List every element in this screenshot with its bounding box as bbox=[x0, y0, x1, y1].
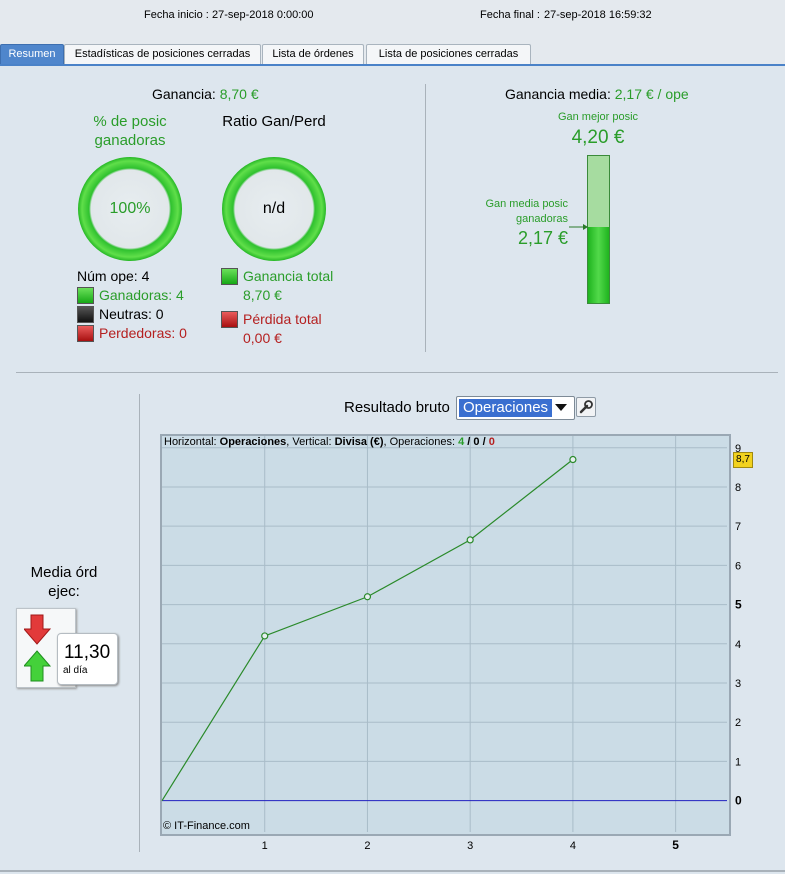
y-tick-label: 0 bbox=[735, 794, 742, 808]
y-tick-label: 1 bbox=[735, 756, 741, 768]
y-tick-label: 7 bbox=[735, 521, 741, 533]
y-tick-label: 8 bbox=[735, 482, 741, 494]
chart-info-sep-1: / bbox=[464, 436, 474, 448]
chart-info-h-label: Horizontal: bbox=[164, 436, 220, 448]
chart-info-h-value: Operaciones bbox=[219, 436, 287, 448]
chart-info-v-value: Divisa (€) bbox=[334, 436, 384, 448]
y-tick-label: 3 bbox=[735, 678, 741, 690]
data-point bbox=[363, 593, 372, 601]
data-point bbox=[466, 536, 474, 544]
x-tick-label: 1 bbox=[262, 840, 268, 852]
chart-info: Horizontal: Operaciones, Vertical: Divis… bbox=[164, 436, 495, 448]
chart-info-ops-label: , Operaciones: bbox=[383, 436, 459, 448]
chart-watermark: © IT-Finance.com bbox=[163, 820, 250, 832]
x-tick-label: 2 bbox=[364, 840, 370, 852]
y-tick-label: 2 bbox=[735, 717, 741, 729]
y-tick-label: 5 bbox=[735, 598, 742, 612]
chart-info-ops-loss: 0 bbox=[488, 436, 495, 448]
x-tick-label: 4 bbox=[570, 840, 576, 852]
last-value-tag: 8,7 bbox=[733, 451, 753, 468]
data-point bbox=[261, 632, 269, 640]
chart-info-v-label: , Vertical: bbox=[286, 436, 335, 448]
chart-info-sep-2: / bbox=[479, 436, 489, 448]
y-tick-label: 4 bbox=[735, 639, 741, 651]
bottom-border bbox=[0, 870, 785, 872]
y-tick-label: 6 bbox=[735, 560, 741, 572]
data-point bbox=[569, 455, 577, 464]
x-tick-label: 5 bbox=[672, 838, 679, 852]
x-tick-label: 3 bbox=[467, 840, 473, 852]
